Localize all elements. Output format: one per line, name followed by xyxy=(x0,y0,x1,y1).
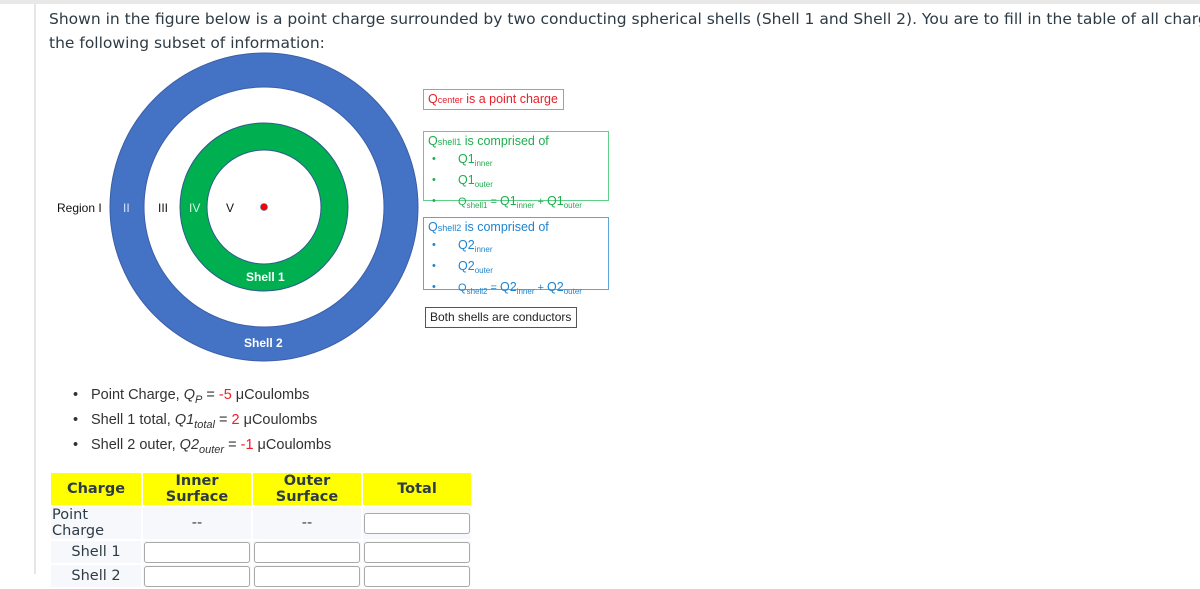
callout-conductors-note: Both shells are conductors xyxy=(425,307,578,328)
shell-1-ring xyxy=(179,122,349,292)
point-charge-outer-na: -- xyxy=(253,507,361,539)
point-charge-inner-na: -- xyxy=(143,507,251,539)
q-symbol: Q xyxy=(428,220,438,234)
list-item: Qshell2 = Q2inner + Q2outer xyxy=(432,279,608,300)
list-item: Qshell1 = Q1inner + Q1outer xyxy=(432,193,608,214)
given-value: -5 xyxy=(218,387,232,403)
header-charge: Charge xyxy=(51,473,141,505)
shell-2-total-input[interactable] xyxy=(364,565,470,587)
callout-text: is comprised of xyxy=(461,220,549,234)
region-label-2: II xyxy=(123,201,130,215)
region-label-5: V xyxy=(226,201,235,215)
list-item: Q1outer xyxy=(432,172,608,193)
q-subscript: shell2 xyxy=(437,223,462,233)
point-charge-total-input[interactable] xyxy=(364,512,470,534)
top-border xyxy=(0,0,1200,4)
bullet-icon: • xyxy=(73,412,79,428)
given-shell-1-total: • Shell 1 total, Q1total = 2 μCoulombs xyxy=(73,408,331,433)
header-inner-surface: Inner Surface xyxy=(143,473,251,505)
shell-2-components: Q2inner Q2outer Qshell2 = Q2inner + Q2ou… xyxy=(428,237,608,300)
row-label-point-charge: Point Charge xyxy=(51,507,141,539)
q-symbol: Q xyxy=(428,134,438,148)
shell-2-outer-input[interactable] xyxy=(254,565,360,587)
shell-1-inner-input[interactable] xyxy=(144,541,250,563)
region-label-3: III xyxy=(158,201,169,215)
content-left-rule xyxy=(34,4,36,574)
shell-1-label: Shell 1 xyxy=(246,270,285,284)
header-outer-surface: Outer Surface xyxy=(253,473,361,505)
shell-1-outer-input[interactable] xyxy=(254,541,360,563)
row-label-shell-1: Shell 1 xyxy=(51,541,141,563)
list-item: Q1inner xyxy=(432,151,608,172)
list-item: Q2outer xyxy=(432,258,608,279)
given-shell-2-outer: • Shell 2 outer, Q2outer = -1 μCoulombs xyxy=(73,433,331,458)
table-row: Shell 1 xyxy=(51,541,471,563)
intro-line-2: the following subset of information: xyxy=(49,34,325,52)
charge-table: Charge Inner Surface Outer Surface Total… xyxy=(49,471,473,589)
callout-text: is comprised of xyxy=(461,134,549,148)
header-total: Total xyxy=(363,473,471,505)
region-iii-gap xyxy=(143,86,385,328)
table-row: Shell 2 xyxy=(51,565,471,587)
region-v-cavity xyxy=(206,149,322,265)
callout-shell-1: Qshell1 is comprised of Q1inner Q1outer … xyxy=(423,131,609,210)
shell-2-inner-input[interactable] xyxy=(144,565,250,587)
intro-line-1: Shown in the figure below is a point cha… xyxy=(49,10,1200,28)
callout-center-charge: Qcenter is a point charge xyxy=(423,89,564,110)
callout-shell-2: Qshell2 is comprised of Q2inner Q2outer … xyxy=(423,217,609,296)
table-header-row: Charge Inner Surface Outer Surface Total xyxy=(51,473,471,505)
row-label-shell-2: Shell 2 xyxy=(51,565,141,587)
q-subscript: center xyxy=(437,95,463,105)
shell-2-label: Shell 2 xyxy=(244,336,283,350)
shell-1-total-input[interactable] xyxy=(364,541,470,563)
region-label-4: IV xyxy=(189,201,201,215)
given-value: 2 xyxy=(231,412,240,428)
bullet-icon: • xyxy=(73,387,79,403)
given-value: -1 xyxy=(240,437,254,453)
given-values-list: • Point Charge, QP = -5 μCoulombs • Shell … xyxy=(73,383,331,458)
shell-2-ring xyxy=(109,52,419,362)
q-subscript: shell1 xyxy=(437,137,462,147)
shell-1-components: Q1inner Q1outer Qshell1 = Q1inner + Q1ou… xyxy=(428,151,608,214)
given-point-charge: • Point Charge, QP = -5 μCoulombs xyxy=(73,383,331,408)
callout-text: is a point charge xyxy=(462,92,558,106)
list-item: Q2inner xyxy=(432,237,608,258)
problem-intro: Shown in the figure below is a point cha… xyxy=(49,7,1200,55)
point-charge-dot xyxy=(260,203,268,211)
region-label-1: Region I xyxy=(57,201,102,215)
q-symbol: Q xyxy=(428,92,438,106)
table-row: Point Charge -- -- xyxy=(51,507,471,539)
bullet-icon: • xyxy=(73,437,79,453)
